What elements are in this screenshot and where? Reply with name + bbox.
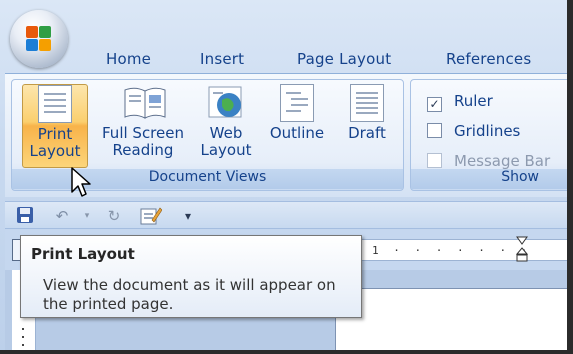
undo-dropdown-icon[interactable]: ▾ — [81, 206, 93, 226]
button-label-line2: Layout — [29, 142, 81, 160]
tab-page-layout[interactable]: Page Layout — [297, 50, 391, 68]
show-group: ✓ Ruler Gridlines Message Bar Show — [410, 79, 573, 191]
message-bar-checkbox[interactable]: Message Bar — [427, 152, 550, 170]
tab-references[interactable]: References — [446, 50, 531, 68]
tooltip: Print Layout View the document as it wil… — [20, 235, 362, 318]
tooltip-title: Print Layout — [31, 245, 135, 263]
group-label-show: Show — [411, 169, 573, 189]
globe-icon — [206, 84, 246, 122]
checkmark-icon: ✓ — [427, 97, 442, 112]
button-label-line1: Print — [37, 125, 73, 143]
save-icon[interactable] — [14, 206, 36, 226]
undo-icon[interactable]: ↶ — [51, 206, 73, 226]
outline-button[interactable]: Outline — [264, 84, 330, 168]
gridlines-label: Gridlines — [454, 122, 521, 140]
ruler-numbers: 1 · · · · · · · — [372, 244, 532, 257]
message-bar-label: Message Bar — [454, 152, 551, 170]
horizontal-ruler[interactable]: 1 · · · · · · · — [347, 236, 573, 264]
document-page[interactable] — [335, 288, 573, 354]
button-label-line1: Draft — [348, 124, 386, 142]
redo-icon[interactable]: ↻ — [103, 206, 125, 226]
outline-icon — [277, 84, 317, 122]
ruler-checkbox[interactable]: ✓ Ruler — [427, 92, 493, 112]
open-book-icon — [123, 84, 166, 122]
office-logo-icon — [26, 26, 52, 52]
mouse-pointer-icon — [70, 166, 92, 198]
ruler-label: Ruler — [454, 92, 493, 110]
full-screen-reading-button[interactable]: Full Screen Reading — [97, 84, 189, 168]
checkbox-box — [427, 153, 442, 168]
button-label-line1: Full Screen — [102, 124, 184, 142]
print-layout-button[interactable]: Print Layout — [22, 84, 88, 168]
gridlines-checkbox[interactable]: Gridlines — [427, 122, 520, 140]
word-window: Home Insert Page Layout References Print… — [0, 0, 573, 354]
office-button[interactable] — [10, 10, 68, 68]
dropdown-icon[interactable]: ▾ — [181, 206, 195, 226]
button-label-line1: Web — [209, 124, 243, 142]
indent-marker-icon[interactable] — [515, 236, 529, 264]
draft-button[interactable]: Draft — [339, 84, 395, 168]
window-border — [567, 0, 573, 354]
print-layout-icon — [35, 85, 75, 123]
tab-insert[interactable]: Insert — [200, 50, 244, 68]
quick-access-toolbar: ↶ ▾ ↻ ▾ — [5, 201, 573, 229]
button-label-line1: Outline — [269, 124, 325, 142]
button-label-line2: Reading — [112, 141, 174, 159]
button-label-line2: Layout — [200, 141, 252, 159]
tab-home[interactable]: Home — [106, 50, 151, 68]
tooltip-body: View the document as it will appear on t… — [43, 276, 336, 313]
draft-icon — [347, 84, 387, 122]
window-border — [0, 350, 573, 354]
customize-icon[interactable] — [138, 206, 164, 226]
checkbox-box — [427, 123, 442, 138]
web-layout-button[interactable]: Web Layout — [197, 84, 255, 168]
